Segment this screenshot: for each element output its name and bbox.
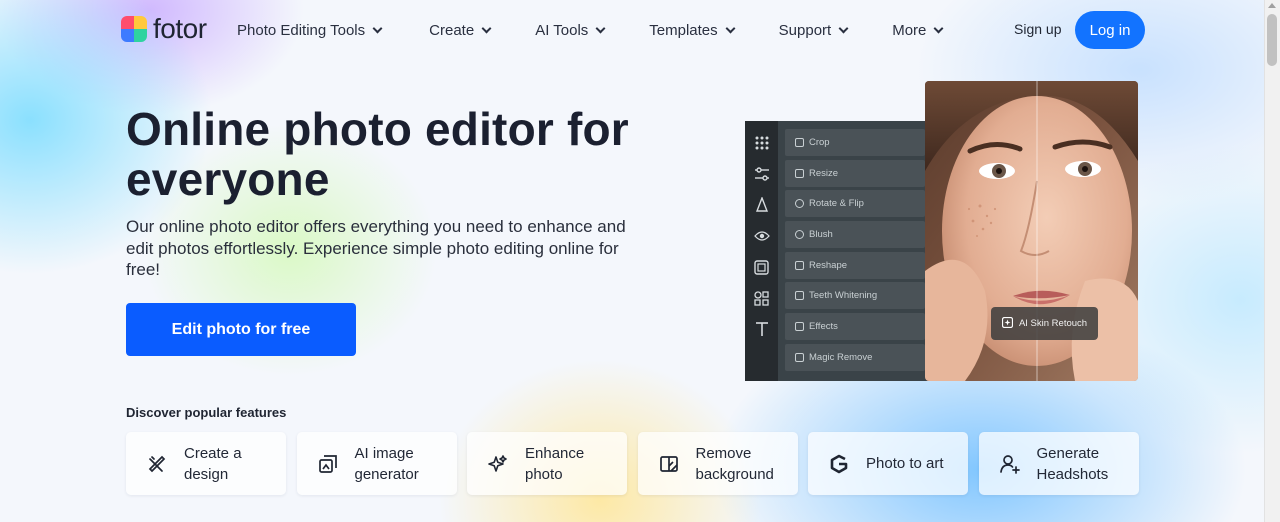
scroll-up-icon[interactable] bbox=[1268, 3, 1276, 8]
blush-icon bbox=[795, 230, 804, 240]
tool-teeth-whitening: Teeth Whitening bbox=[785, 282, 925, 310]
page-scrollbar[interactable] bbox=[1264, 0, 1280, 522]
hero-description: Our online photo editor offers everythin… bbox=[126, 217, 626, 279]
brand-name: fotor bbox=[153, 13, 207, 44]
chevron-down-icon bbox=[595, 23, 606, 33]
tool-label: Magic Remove bbox=[809, 351, 873, 363]
eye-icon bbox=[753, 227, 771, 245]
feature-label: Enhance photo bbox=[525, 444, 585, 483]
nav-ai-tools[interactable]: AI Tools bbox=[535, 19, 606, 41]
feature-label: Photo to art bbox=[866, 455, 944, 472]
nav-more[interactable]: More bbox=[892, 19, 944, 41]
feature-photo-to-art[interactable]: Photo to art bbox=[808, 432, 968, 495]
chevron-down-icon bbox=[481, 23, 492, 33]
scrollbar-thumb[interactable] bbox=[1267, 14, 1277, 66]
sliders-icon bbox=[753, 165, 771, 183]
chevron-down-icon bbox=[725, 23, 736, 33]
features-row: Create a design AI image generator Enhan… bbox=[126, 432, 1139, 495]
tool-magic-remove: Magic Remove bbox=[785, 343, 925, 371]
nav-photo-editing-tools[interactable]: Photo Editing Tools bbox=[237, 19, 383, 41]
chevron-down-icon bbox=[838, 23, 849, 33]
tool-rotate-flip: Rotate & Flip bbox=[785, 190, 925, 218]
tool-label: Crop bbox=[809, 137, 830, 148]
magic-remove-icon bbox=[795, 352, 804, 362]
reshape-icon bbox=[795, 260, 804, 270]
tool-blush: Blush bbox=[785, 221, 925, 249]
feature-ai-image-generator[interactable]: AI image generator bbox=[296, 432, 457, 495]
features-title: Discover popular features bbox=[126, 405, 287, 420]
nav-label: Create bbox=[429, 21, 475, 39]
nav-create[interactable]: Create bbox=[429, 19, 492, 41]
frame-icon bbox=[753, 258, 771, 276]
feature-label: Remove background bbox=[695, 444, 774, 483]
tool-label: Effects bbox=[809, 321, 838, 333]
sign-up-link[interactable]: Sign up bbox=[1014, 21, 1061, 37]
nav-templates[interactable]: Templates bbox=[649, 19, 736, 41]
ai-image-icon bbox=[317, 453, 339, 475]
rotate-icon bbox=[795, 199, 804, 209]
feature-remove-background[interactable]: Remove background bbox=[637, 432, 798, 495]
feature-label: Create a design bbox=[184, 444, 242, 483]
editor-tool-rail bbox=[745, 121, 778, 381]
editor-tool-list: Crop Resize Rotate & Flip Blush Reshape … bbox=[785, 129, 925, 375]
chevron-down-icon bbox=[372, 23, 383, 33]
text-icon bbox=[753, 320, 771, 338]
feature-enhance-photo[interactable]: Enhance photo bbox=[467, 432, 627, 495]
feature-generate-headshots[interactable]: Generate Headshots bbox=[978, 432, 1139, 495]
nav-label: Templates bbox=[649, 21, 718, 39]
nav-support[interactable]: Support bbox=[778, 19, 849, 41]
nav-label: More bbox=[892, 21, 927, 39]
feature-create-design[interactable]: Create a design bbox=[126, 432, 286, 495]
ai-skin-retouch-badge: AI Skin Retouch bbox=[991, 307, 1098, 340]
edit-photo-button[interactable]: Edit photo for free bbox=[126, 303, 356, 356]
tool-label: Teeth Whitening bbox=[809, 290, 878, 302]
sparkle-enhance-icon bbox=[487, 453, 509, 475]
resize-icon bbox=[795, 168, 804, 178]
sparkle-icon bbox=[1001, 316, 1014, 331]
tool-label: Reshape bbox=[809, 259, 848, 271]
beauty-icon bbox=[753, 196, 771, 214]
badge-label: AI Skin Retouch bbox=[1018, 318, 1088, 329]
remove-bg-icon bbox=[658, 453, 680, 475]
nav-label: Photo Editing Tools bbox=[237, 21, 366, 39]
tool-crop: Crop bbox=[785, 129, 925, 156]
tool-label: Resize bbox=[809, 167, 839, 179]
nav-label: Support bbox=[778, 21, 832, 39]
grid-dots-icon bbox=[753, 134, 771, 152]
fotor-logo-icon bbox=[121, 16, 147, 42]
tool-label: Rotate & Flip bbox=[809, 198, 864, 210]
chevron-down-icon bbox=[933, 23, 944, 33]
elements-icon bbox=[753, 289, 771, 307]
effects-icon bbox=[795, 322, 804, 332]
teeth-icon bbox=[795, 291, 804, 301]
pencil-ruler-icon bbox=[146, 453, 168, 475]
person-plus-icon bbox=[999, 453, 1021, 475]
log-in-button[interactable]: Log in bbox=[1075, 11, 1145, 49]
feature-label: Generate Headshots bbox=[1036, 444, 1109, 483]
tool-label: Blush bbox=[809, 229, 833, 241]
feature-label: AI image generator bbox=[354, 444, 419, 483]
editor-preview-panel: Crop Resize Rotate & Flip Blush Reshape … bbox=[745, 121, 935, 381]
crop-icon bbox=[795, 138, 804, 147]
tool-resize: Resize bbox=[785, 159, 925, 187]
main-nav: Photo Editing Tools Create AI Tools Temp… bbox=[237, 19, 987, 41]
fotor-logo[interactable]: fotor bbox=[121, 15, 207, 43]
hero-title: Online photo editor for everyone bbox=[126, 103, 629, 205]
nav-label: AI Tools bbox=[535, 21, 589, 39]
tool-reshape: Reshape bbox=[785, 251, 925, 279]
tool-effects: Effects bbox=[785, 313, 925, 341]
art-g-icon bbox=[828, 453, 850, 475]
